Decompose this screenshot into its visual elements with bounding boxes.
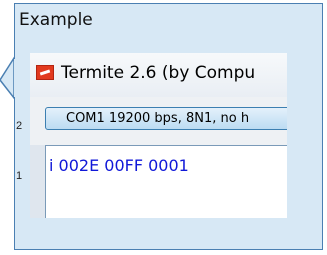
output-line: i 002E 00FF 0001 [49, 156, 189, 175]
example-label: Example [19, 10, 93, 30]
cropped-marker: 1 [16, 170, 23, 182]
toolbar: COM1 19200 bps, 8N1, no h [30, 97, 287, 145]
example-callout: Example 2 1 Termite 2.6 (by Compu COM1 1… [0, 0, 327, 255]
window-title: Termite 2.6 (by Compu [61, 63, 256, 83]
port-settings-button[interactable]: COM1 19200 bps, 8N1, no h [45, 107, 287, 130]
window-titlebar[interactable]: Termite 2.6 (by Compu [30, 53, 287, 97]
terminal-output-area[interactable]: i 002E 00FF 0001 [45, 145, 287, 218]
termite-window-screenshot: Termite 2.6 (by Compu COM1 19200 bps, 8N… [30, 53, 287, 218]
cropped-marker: 2 [16, 120, 23, 132]
termite-app-icon [36, 65, 54, 80]
